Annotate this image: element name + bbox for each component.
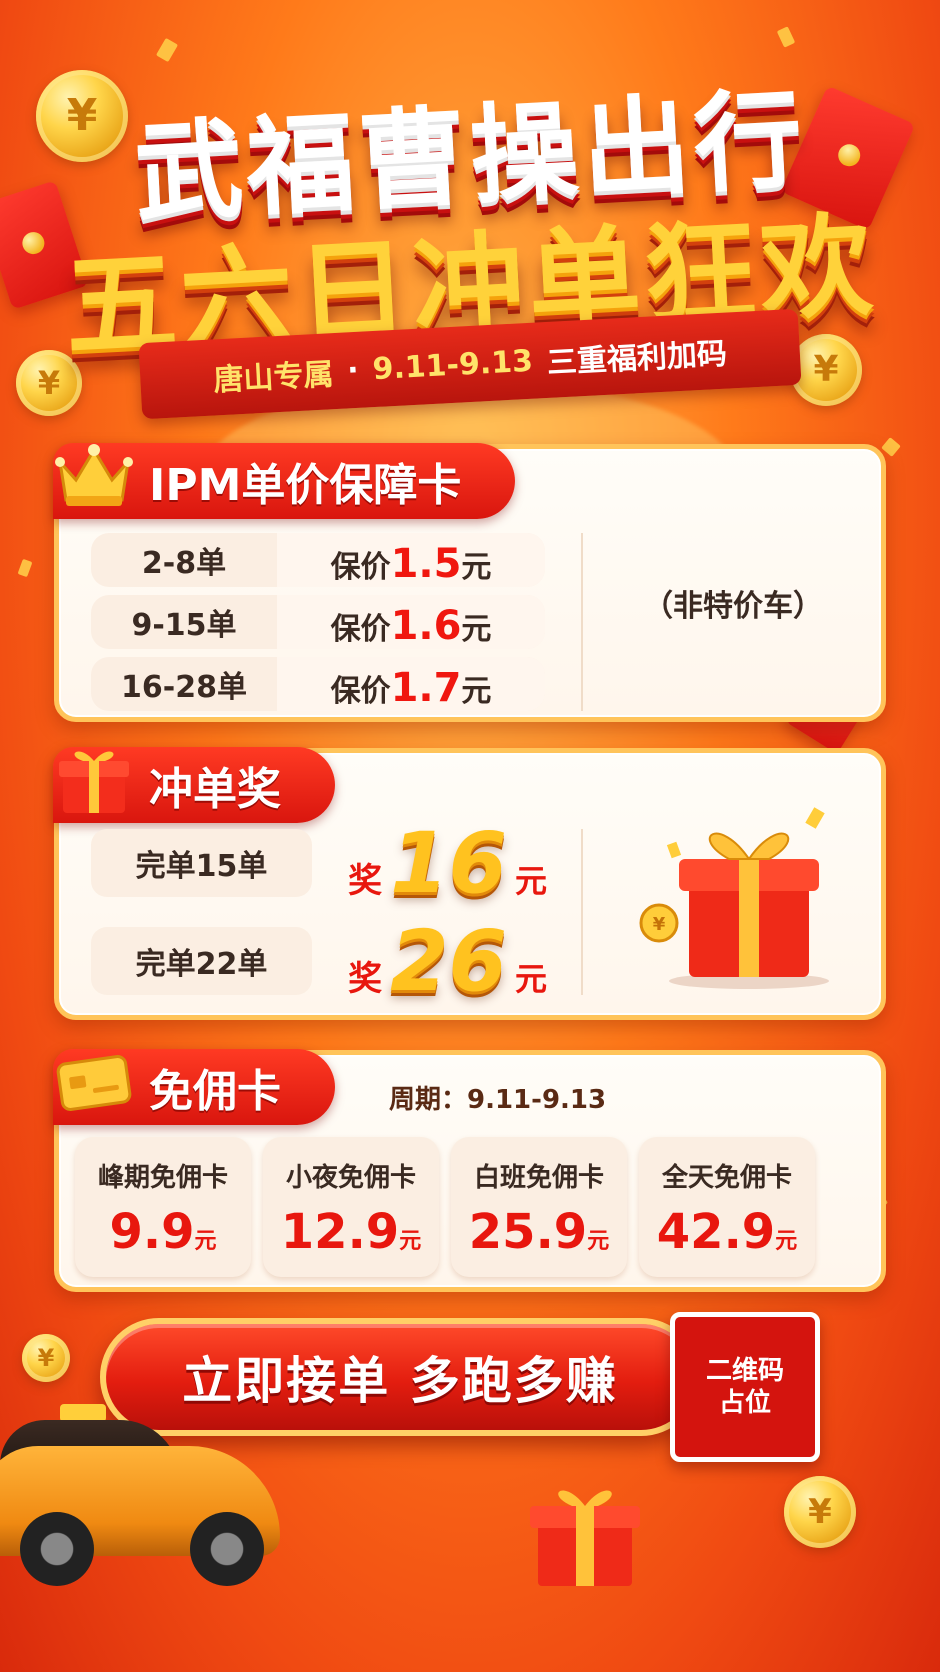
reward-row: 完单22单 奖 26 元: [91, 912, 547, 1010]
reward-row: 完单15单 奖 16 元: [91, 814, 547, 912]
price-prefix: 保价: [330, 612, 391, 647]
period-label: 周期：9.11-9.13: [389, 1085, 607, 1115]
reward-value: 26: [390, 912, 507, 1010]
confetti: [155, 37, 179, 63]
card-icon: [51, 1039, 137, 1125]
price-value: 1.5: [390, 541, 462, 587]
confetti: [881, 437, 901, 457]
order-range: 9-15单: [131, 608, 237, 643]
guaranteed-price: 保价 1.5 元: [277, 533, 545, 587]
poster: ¥ ¥ ¥ ¥ ¥ 武福曹操出行 五六日冲单狂欢 唐山专属 · 9.11-9.1…: [0, 0, 940, 1672]
price-value: 25.9: [468, 1204, 588, 1260]
option-price: 9.9元: [75, 1204, 251, 1260]
guaranteed-price: 保价 1.6 元: [277, 595, 545, 649]
ipm-row: 16-28单 保价 1.7 元: [91, 657, 545, 711]
price-unit: 元: [587, 1229, 610, 1254]
reward-unit: 元: [514, 862, 547, 900]
yuan-coin-icon: ¥: [22, 1334, 70, 1382]
divider: [581, 829, 583, 995]
price-unit: 元: [194, 1229, 217, 1254]
order-reward-card: 冲单奖 完单15单 奖 16 元 完单22单 奖 26 元 ¥: [53, 747, 886, 1020]
option-price: 42.9元: [639, 1204, 815, 1260]
reward-unit: 元: [514, 960, 547, 998]
order-range: 16-28单: [121, 670, 247, 705]
reward-amount: 奖 16 元: [348, 814, 547, 912]
qr-line-2: 占位: [718, 1388, 771, 1418]
price-prefix: 保价: [330, 550, 391, 585]
option-price: 12.9元: [263, 1204, 439, 1260]
reward-amount: 奖 26 元: [348, 912, 547, 1010]
reward-prefix: 奖: [348, 861, 383, 901]
gift-box-icon: [51, 737, 137, 823]
free-card-option[interactable]: 小夜免佣卡 12.9元: [263, 1137, 439, 1277]
price-unit: 元: [461, 612, 492, 647]
gift-box-icon: ¥: [639, 803, 859, 993]
separator-dot: ·: [346, 352, 360, 388]
free-card-option[interactable]: 峰期免佣卡 9.9元: [75, 1137, 251, 1277]
ipm-card-title: IPM单价保障卡: [149, 460, 462, 511]
price-unit: 元: [461, 674, 492, 709]
price-unit: 元: [775, 1229, 798, 1254]
qr-line-1: 二维码: [705, 1355, 784, 1386]
price-unit: 元: [461, 550, 492, 585]
svg-text:¥: ¥: [653, 914, 666, 935]
confetti: [17, 558, 33, 578]
option-price: 25.9元: [451, 1204, 627, 1260]
date-range: 9.11-9.13: [371, 343, 534, 387]
free-card-option[interactable]: 白班免佣卡 25.9元: [451, 1137, 627, 1277]
option-name: 全天免佣卡: [661, 1163, 792, 1193]
taxi-wheel: [20, 1512, 94, 1586]
price-value: 9.9: [109, 1204, 195, 1260]
price-value: 12.9: [280, 1204, 400, 1260]
price-value: 42.9: [656, 1204, 776, 1260]
reward-prefix: 奖: [348, 959, 383, 999]
reward-card-title: 冲单奖: [149, 764, 281, 815]
option-name: 小夜免佣卡: [285, 1163, 416, 1193]
ipm-row: 9-15单 保价 1.6 元: [91, 595, 545, 649]
tagline: 三重福利加码: [546, 336, 728, 381]
free-card-title: 免佣卡: [149, 1066, 281, 1117]
qr-code-placeholder[interactable]: 二维码 占位: [670, 1312, 820, 1462]
order-range: 2-8单: [141, 546, 227, 581]
reward-condition: 完单22单: [91, 927, 313, 995]
crown-icon: [51, 433, 137, 519]
ipm-row: 2-8单 保价 1.5 元: [91, 533, 545, 587]
reward-condition: 完单15单: [91, 829, 313, 897]
price-prefix: 保价: [330, 674, 391, 709]
region-label: 唐山专属: [212, 357, 335, 399]
option-name: 峰期免佣卡: [97, 1163, 228, 1193]
price-value: 1.7: [390, 665, 462, 711]
price-value: 1.6: [390, 603, 462, 649]
ipm-price-card: IPM单价保障卡 2-8单 保价 1.5 元 9-15单 保价 1.6 元 16…: [53, 443, 886, 722]
accept-orders-button[interactable]: 立即接单 多跑多赚: [100, 1318, 700, 1436]
option-name: 白班免佣卡: [473, 1163, 604, 1193]
commission-free-card: 免佣卡 周期：9.11-9.13 峰期免佣卡 9.9元 小夜免佣卡 12.9元 …: [53, 1049, 886, 1292]
free-card-option[interactable]: 全天免佣卡 42.9元: [639, 1137, 815, 1277]
yuan-coin-icon: ¥: [784, 1476, 856, 1548]
non-special-car-note: （非特价车）: [643, 589, 823, 624]
taxi-wheel: [190, 1512, 264, 1586]
price-unit: 元: [399, 1229, 422, 1254]
guaranteed-price: 保价 1.7 元: [277, 657, 545, 711]
reward-value: 16: [390, 814, 507, 912]
confetti: [776, 26, 796, 48]
gift-box-icon: [520, 1480, 650, 1594]
